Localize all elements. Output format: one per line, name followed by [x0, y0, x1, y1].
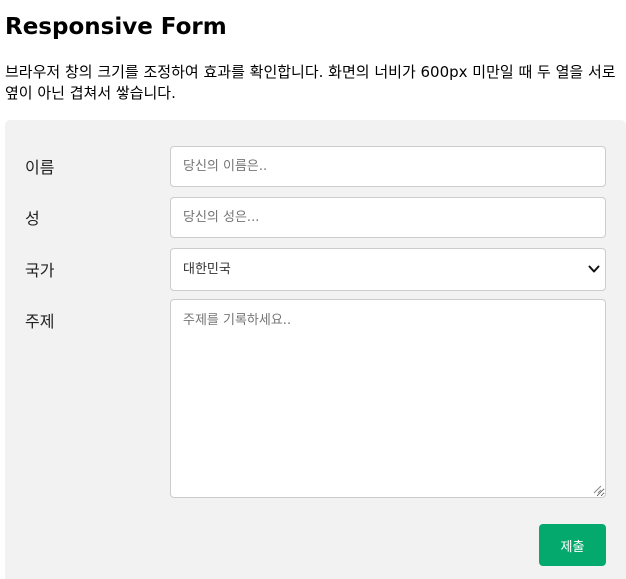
first-name-input[interactable] — [170, 146, 606, 187]
last-name-input[interactable] — [170, 197, 606, 238]
form-container: 이름 성 국가 대한민국 주제 제출 — [5, 120, 626, 579]
submit-button[interactable]: 제출 — [539, 524, 606, 566]
country-label: 국가 — [25, 261, 55, 280]
last-name-label: 성 — [25, 209, 40, 228]
subject-textarea[interactable] — [170, 299, 606, 498]
page-title: Responsive Form — [5, 14, 227, 40]
country-select[interactable]: 대한민국 — [170, 248, 606, 291]
subject-label: 주제 — [25, 312, 55, 331]
first-name-label: 이름 — [25, 158, 55, 177]
page-description: 브라우저 창의 크기를 조정하여 효과를 확인합니다. 화면의 너비가 600p… — [5, 63, 616, 102]
